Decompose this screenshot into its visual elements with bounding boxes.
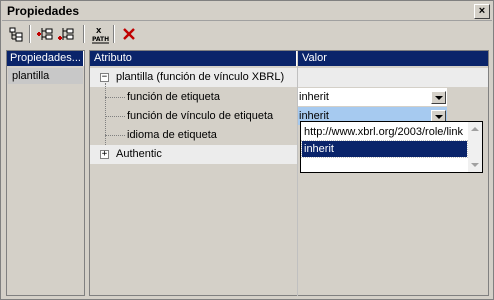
properties-grid: Atributo Valor − plantilla (función de v… [89,50,489,296]
value-dropdown-list[interactable]: http://www.xbrl.org/2003/role/link inher… [300,121,483,173]
property-label: función de vínculo de etiqueta [127,110,274,122]
property-label: idioma de etiqueta [127,129,217,141]
group-row[interactable]: − plantilla (función de vínculo XBRL) [90,68,488,87]
group-row-authentic[interactable]: + Authentic [90,145,298,164]
property-label: función de etiqueta [127,91,220,103]
dropdown-button[interactable] [431,91,446,104]
component-item[interactable]: plantilla [8,68,83,84]
xpath-icon: X PATH [92,27,109,44]
properties-window: Propiedades × X PATH Propiedades... plan… [0,0,494,300]
delete-icon [123,28,135,40]
property-value-field[interactable]: inherit [297,88,447,106]
collapse-icon[interactable]: − [100,73,109,82]
xpath-button[interactable]: X PATH [90,24,110,44]
xpath-text: PATH [92,36,109,43]
toolbar-separator [83,25,85,43]
svg-text:X: X [96,27,102,35]
expand-icon[interactable]: + [100,150,109,159]
scroll-up-icon[interactable] [471,127,479,131]
toolbar: X PATH [2,22,492,46]
column-header-attribute[interactable]: Atributo [90,51,297,66]
toolbar-separator [29,25,31,43]
components-panel: Propiedades... plantilla [6,50,85,296]
dropdown-scrollbar[interactable] [468,122,482,172]
add-child-button[interactable] [35,24,55,44]
add-sibling-icon [58,28,74,40]
window-title: Propiedades [7,4,80,18]
scroll-down-icon[interactable] [471,163,479,167]
add-child-icon [37,28,53,40]
delete-button[interactable] [119,24,139,44]
add-sibling-button[interactable] [56,24,76,44]
property-row[interactable]: función de etiqueta inherit [90,88,488,107]
group-label: plantilla (función de vínculo XBRL) [116,71,285,83]
tree-layout-icon [9,27,23,42]
dropdown-option-selected[interactable]: inherit [301,140,468,158]
dropdown-option[interactable]: http://www.xbrl.org/2003/role/link [302,124,467,140]
column-divider [297,66,298,296]
toolbar-separator [113,25,115,43]
components-header[interactable]: Propiedades... [7,51,84,66]
close-button[interactable]: × [474,4,490,19]
column-header-value[interactable]: Valor [298,51,488,66]
group-label: Authentic [116,148,162,160]
title-bar: Propiedades × [2,2,492,21]
property-value: inherit [299,91,329,103]
tree-layout-button[interactable] [6,24,26,44]
